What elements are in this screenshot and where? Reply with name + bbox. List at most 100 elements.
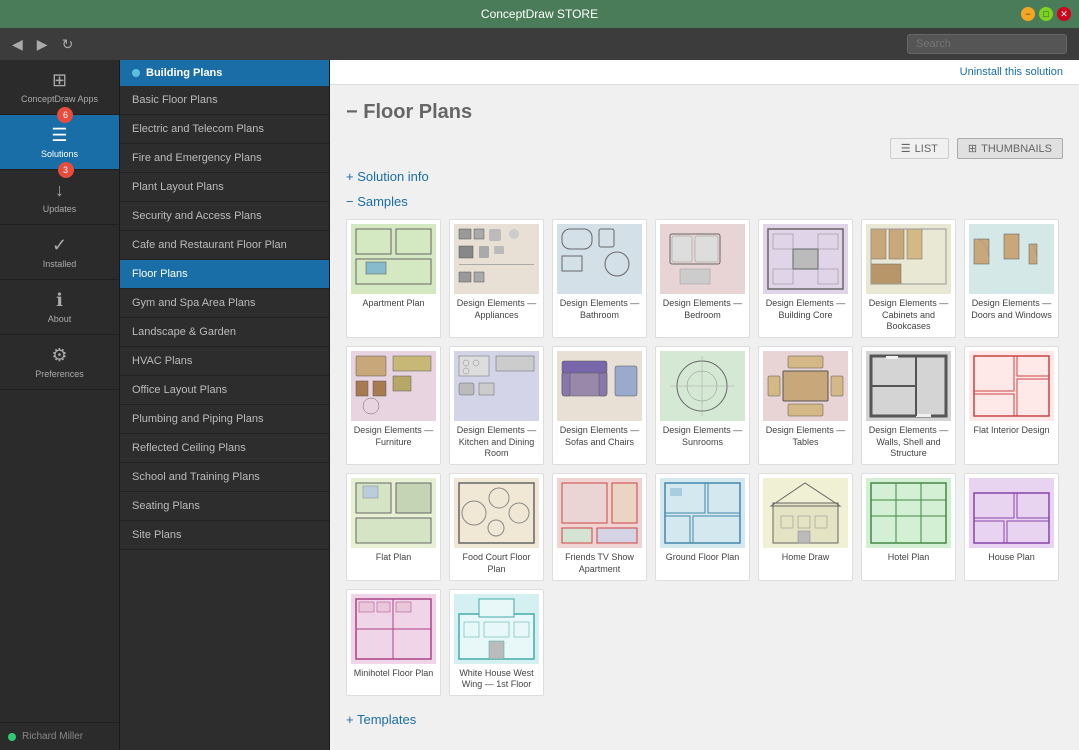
sidebar-label-installed: Installed (43, 259, 77, 269)
sidebar-item-apps[interactable]: ⊞ ConceptDraw Apps (0, 60, 119, 115)
thumb-item-tables[interactable]: Design Elements — Tables (758, 346, 853, 465)
thumb-item-minihotel[interactable]: Minihotel Floor Plan (346, 589, 441, 696)
thumb-image-furniture (351, 351, 436, 421)
solution-item[interactable]: Security and Access Plans (120, 202, 329, 231)
thumb-label-whitehouse: White House West Wing — 1st Floor (454, 668, 539, 691)
thumb-item-sunrooms[interactable]: Design Elements — Sunrooms (655, 346, 750, 465)
solution-item[interactable]: Gym and Spa Area Plans (120, 289, 329, 318)
solutions-header-label: Building Plans (146, 67, 222, 79)
page-title: − Floor Plans (346, 101, 1063, 124)
thumb-item-bedroom[interactable]: Design Elements — Bedroom (655, 219, 750, 338)
solution-item[interactable]: Reflected Ceiling Plans (120, 434, 329, 463)
thumb-label-sofas: Design Elements — Sofas and Chairs (557, 425, 642, 448)
thumb-item-whitehouse[interactable]: White House West Wing — 1st Floor (449, 589, 544, 696)
thumb-item-bathroom[interactable]: Design Elements — Bathroom (552, 219, 647, 338)
minimize-button[interactable]: − (1021, 7, 1035, 21)
thumb-item-sofas[interactable]: Design Elements — Sofas and Chairs (552, 346, 647, 465)
thumb-item-food-court[interactable]: Food Court Floor Plan (449, 473, 544, 580)
close-button[interactable]: ✕ (1057, 7, 1071, 21)
search-input[interactable] (907, 34, 1067, 54)
thumb-label-tables: Design Elements — Tables (763, 425, 848, 448)
thumb-label-bedroom: Design Elements — Bedroom (660, 298, 745, 321)
thumb-item-kitchen[interactable]: Design Elements — Kitchen and Dining Roo… (449, 346, 544, 465)
solution-item[interactable]: School and Training Plans (120, 463, 329, 492)
samples-header[interactable]: − Samples (346, 194, 1063, 209)
thumb-image-flat-interior (969, 351, 1054, 421)
templates-header[interactable]: + Templates (346, 712, 1063, 727)
thumb-image-apartment (351, 224, 436, 294)
thumb-item-flat-interior[interactable]: Flat Interior Design (964, 346, 1059, 465)
thumb-label-furniture: Design Elements — Furniture (351, 425, 436, 448)
thumb-image-minihotel (351, 594, 436, 664)
solution-item[interactable]: Floor Plans (120, 260, 329, 289)
solution-item[interactable]: Cafe and Restaurant Floor Plan (120, 231, 329, 260)
sidebar-item-preferences[interactable]: ⚙ Preferences (0, 335, 119, 390)
thumbnails-view-button[interactable]: ⊞ THUMBNAILS (957, 138, 1063, 159)
thumb-image-bathroom (557, 224, 642, 294)
sidebar-wrapper-preferences: ⚙ (51, 345, 67, 369)
sidebar-wrapper-updates: ↓ 3 (55, 180, 64, 204)
thumb-item-building-core[interactable]: Design Elements — Building Core (758, 219, 853, 338)
thumb-item-furniture[interactable]: Design Elements — Furniture (346, 346, 441, 465)
thumb-item-flat-plan[interactable]: Flat Plan (346, 473, 441, 580)
thumb-label-sunrooms: Design Elements — Sunrooms (660, 425, 745, 448)
sidebar-label-preferences: Preferences (35, 369, 84, 379)
thumb-label-doors: Design Elements — Doors and Windows (969, 298, 1054, 321)
view-toggle: ☰ LIST ⊞ THUMBNAILS (346, 138, 1063, 159)
solution-info-header[interactable]: + Solution info (346, 169, 1063, 184)
thumb-item-apartment[interactable]: Apartment Plan (346, 219, 441, 338)
solution-item[interactable]: Plant Layout Plans (120, 173, 329, 202)
sidebar-item-about[interactable]: ℹ About (0, 280, 119, 335)
thumb-image-sofas (557, 351, 642, 421)
thumb-item-doors[interactable]: Design Elements — Doors and Windows (964, 219, 1059, 338)
thumb-image-whitehouse (454, 594, 539, 664)
solution-item[interactable]: Fire and Emergency Plans (120, 144, 329, 173)
thumb-item-hotel-plan[interactable]: Hotel Plan (861, 473, 956, 580)
thumb-item-walls[interactable]: Design Elements — Walls, Shell and Struc… (861, 346, 956, 465)
solution-item[interactable]: Office Layout Plans (120, 376, 329, 405)
forward-button[interactable]: ▶ (33, 34, 52, 55)
sidebar-item-installed[interactable]: ✓ Installed (0, 225, 119, 280)
main-content: Uninstall this solution − Floor Plans ☰ … (330, 60, 1079, 750)
thumbnails-icon: ⊞ (968, 142, 977, 155)
solution-item[interactable]: Plumbing and Piping Plans (120, 405, 329, 434)
thumb-image-tables (763, 351, 848, 421)
solution-item[interactable]: Electric and Telecom Plans (120, 115, 329, 144)
thumb-item-cabinets[interactable]: Design Elements — Cabinets and Bookcases (861, 219, 956, 338)
thumb-item-home-draw[interactable]: Home Draw (758, 473, 853, 580)
thumb-label-friends: Friends TV Show Apartment (557, 552, 642, 575)
solution-item[interactable]: HVAC Plans (120, 347, 329, 376)
sidebar-item-solutions[interactable]: ☰ 6 Solutions (0, 115, 119, 170)
refresh-button[interactable]: ↻ (58, 34, 78, 55)
solution-item[interactable]: Basic Floor Plans (120, 86, 329, 115)
thumb-label-house-plan: House Plan (969, 552, 1054, 574)
thumb-label-building-core: Design Elements — Building Core (763, 298, 848, 321)
back-button[interactable]: ◀ (8, 34, 27, 55)
solution-item[interactable]: Landscape & Garden (120, 318, 329, 347)
thumb-image-ground (660, 478, 745, 548)
thumb-image-home-draw (763, 478, 848, 548)
solution-item[interactable]: Site Plans (120, 521, 329, 550)
thumb-label-ground: Ground Floor Plan (660, 552, 745, 574)
thumb-image-flat-plan (351, 478, 436, 548)
main-top-bar: Uninstall this solution (330, 60, 1079, 85)
thumb-item-friends[interactable]: Friends TV Show Apartment (552, 473, 647, 580)
list-view-button[interactable]: ☰ LIST (890, 138, 949, 159)
sidebar-icon-about: ℹ (56, 290, 63, 311)
thumb-item-ground[interactable]: Ground Floor Plan (655, 473, 750, 580)
solution-item[interactable]: Seating Plans (120, 492, 329, 521)
thumb-image-bedroom (660, 224, 745, 294)
thumb-item-house-plan[interactable]: House Plan (964, 473, 1059, 580)
maximize-button[interactable]: □ (1039, 7, 1053, 21)
sidebar-icon-solutions: ☰ (51, 125, 67, 146)
sidebar-item-updates[interactable]: ↓ 3 Updates (0, 170, 119, 225)
thumb-image-building-core (763, 224, 848, 294)
main-body: − Floor Plans ☰ LIST ⊞ THUMBNAILS + Solu… (330, 85, 1079, 750)
thumb-label-food-court: Food Court Floor Plan (454, 552, 539, 575)
thumb-item-appliances[interactable]: Design Elements — Appliances (449, 219, 544, 338)
uninstall-link[interactable]: Uninstall this solution (960, 66, 1063, 78)
app-layout: ⊞ ConceptDraw Apps ☰ 6 Solutions ↓ 3 Upd… (0, 60, 1079, 750)
thumb-label-apartment: Apartment Plan (351, 298, 436, 320)
thumb-label-minihotel: Minihotel Floor Plan (351, 668, 436, 690)
user-status-dot (8, 733, 16, 741)
